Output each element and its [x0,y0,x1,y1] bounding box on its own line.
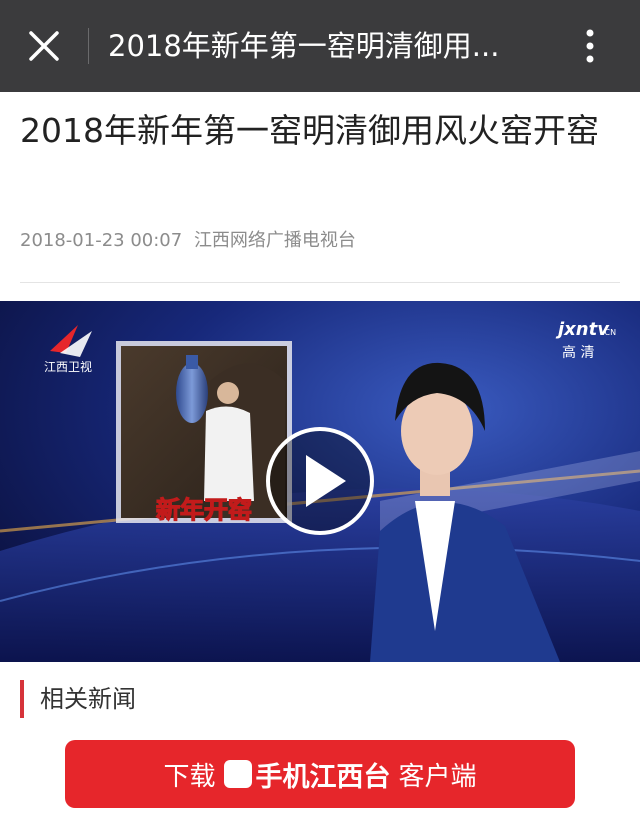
top-nav-bar: 2018年新年第一窑明清御用... [0,0,640,92]
separator [20,282,620,283]
app-brand: 手机江西台 [223,755,391,794]
article-date: 2018-01-23 00:07 [20,230,183,251]
download-suffix: 客户端 [398,761,477,792]
topbar-divider [88,28,89,64]
article-title: 2018年新年第一窑明清御用风火窑开窑 [20,111,599,150]
video-caption: 新年开窑 [156,496,252,524]
topbar-title: 2018年新年第一窑明清御用... [108,29,500,63]
hd-label: 高 清 [562,344,594,361]
download-prefix: 下载 [163,761,216,792]
video-player[interactable]: 江西卫视 新年开窑 jxntv .CN 高 清 [0,301,640,662]
close-icon[interactable] [22,24,66,68]
channel-logo-text: 江西卫视 [44,359,92,374]
app-brand-name: 手机江西台 [255,761,391,793]
watermark-suffix: .CN [602,328,616,337]
app-logo-icon [223,760,252,788]
play-icon[interactable] [266,427,374,535]
download-app-button[interactable]: 下载 手机江西台 客户端 [65,740,575,808]
article-meta: 2018-01-23 00:07 江西网络广播电视台 [20,226,356,252]
article-source-link[interactable]: 江西网络广播电视台 [194,230,356,251]
more-vertical-icon[interactable] [572,24,608,68]
related-news-heading: 相关新闻 [20,680,136,718]
